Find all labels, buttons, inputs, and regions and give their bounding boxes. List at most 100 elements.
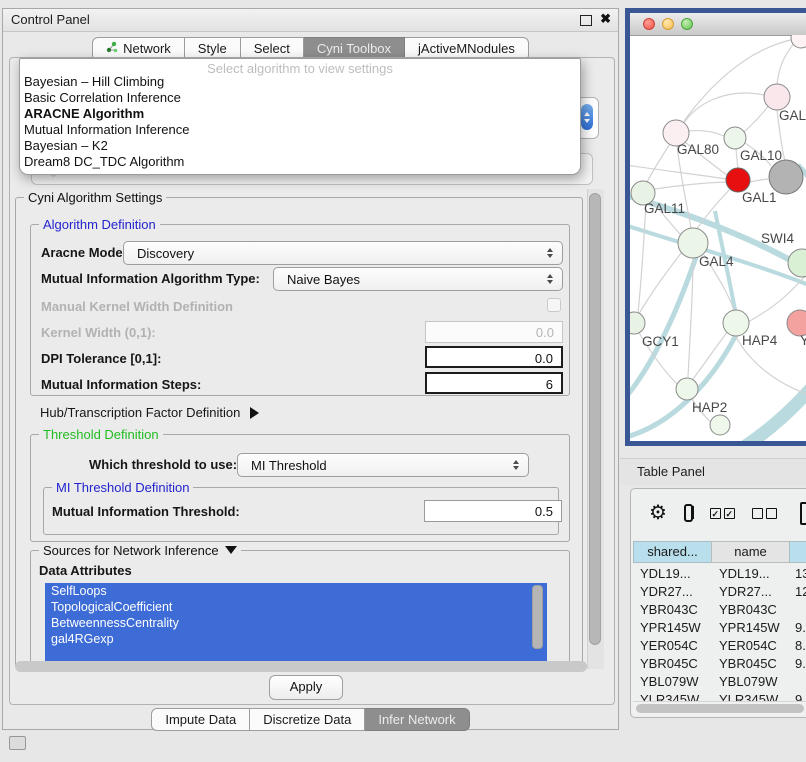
table-row[interactable]: YER054CYER054C8. <box>633 637 806 655</box>
mi-threshold-field[interactable]: 0.5 <box>424 500 562 522</box>
table-row[interactable]: YPR145WYPR145W9. <box>633 619 806 637</box>
algorithm-option[interactable]: Bayesian – Hill Climbing <box>20 74 580 90</box>
mi-threshold-group: MI Threshold Definition Mutual Informati… <box>43 487 559 535</box>
tab-infer-network[interactable]: Infer Network <box>365 708 469 731</box>
cyni-settings-group-title: Cyni Algorithm Settings <box>24 190 166 205</box>
manual-kernel-label: Manual Kernel Width Definition <box>41 299 233 314</box>
network-tab-icon <box>106 41 118 56</box>
node-label: GAL <box>779 108 806 123</box>
combo-stepper-icon <box>547 248 553 258</box>
hub-definition-expander[interactable]: Hub/Transcription Factor Definition <box>40 404 259 422</box>
network-node-gal[interactable] <box>764 84 790 110</box>
table-row[interactable]: YDL19...YDL19...13 <box>633 565 806 583</box>
dpi-tolerance-field[interactable]: 0.0 <box>425 346 563 368</box>
settings-hscrollbar-thumb[interactable] <box>15 661 587 672</box>
column-header-partial[interactable] <box>789 541 806 563</box>
network-node[interactable] <box>710 415 730 435</box>
expander-expanded-icon <box>225 546 237 554</box>
attribute-item[interactable]: gal4RGexp <box>45 631 547 647</box>
combo-stepper-button <box>581 104 593 130</box>
network-node-gal1-selected[interactable] <box>726 168 750 192</box>
network-node-gal10[interactable] <box>724 127 746 149</box>
mi-steps-label: Mutual Information Steps: <box>41 377 201 392</box>
document-icon[interactable] <box>800 502 806 525</box>
select-all-checkboxes-icon[interactable]: ✓✓ <box>710 508 735 519</box>
zoom-traffic-light[interactable] <box>681 18 693 30</box>
list-scrollbar[interactable] <box>532 585 543 649</box>
gear-icon[interactable]: ⚙ <box>649 503 667 523</box>
sources-group: Sources for Network Inference Data Attri… <box>30 550 570 668</box>
settings-scrollbar-thumb[interactable] <box>589 193 601 645</box>
network-node-gcy1[interactable] <box>630 312 645 334</box>
table-panel-title: Table Panel <box>637 464 705 479</box>
columns-icon[interactable] <box>684 504 693 522</box>
window-title: Control Panel <box>11 12 90 27</box>
table-toolbar: ⚙ ✓✓ <box>631 489 806 537</box>
tab-network-label: Network <box>123 41 171 56</box>
threshold-definition-group: Threshold Definition Which threshold to … <box>30 434 570 542</box>
minimize-traffic-light[interactable] <box>662 18 674 30</box>
data-attributes-list[interactable]: SelfLoops TopologicalCoefficient Between… <box>45 583 547 663</box>
algorithm-option-selected[interactable]: ARACNE Algorithm <box>20 106 580 122</box>
which-threshold-combo[interactable]: MI Threshold <box>237 453 529 477</box>
threshold-definition-title: Threshold Definition <box>39 427 163 442</box>
apply-button[interactable]: Apply <box>269 675 343 700</box>
mi-threshold-label: Mutual Information Threshold: <box>52 504 240 519</box>
algorithm-option[interactable]: Mutual Information Inference <box>20 122 580 138</box>
attribute-item[interactable]: TopologicalCoefficient <box>45 599 547 615</box>
network-node-swi4[interactable] <box>788 249 806 277</box>
tab-impute-data[interactable]: Impute Data <box>151 708 250 731</box>
kernel-width-field[interactable]: 0.0 <box>425 321 563 343</box>
network-view-frame: GAL GAL80 GAL10 GAL1 GAL11 GAL4 SWI4 GCY… <box>630 13 806 441</box>
network-node-gray[interactable] <box>769 160 803 194</box>
table-row[interactable]: YLR345WYLR345W9. <box>633 691 806 701</box>
mi-type-combo[interactable]: Naive Bayes <box>273 267 563 291</box>
collapsed-panel-icon[interactable] <box>9 736 26 750</box>
algorithm-option[interactable]: Dream8 DC_TDC Algorithm <box>20 154 580 170</box>
manual-kernel-checkbox[interactable] <box>547 298 561 312</box>
attribute-item[interactable]: BetweennessCentrality <box>45 615 547 631</box>
attribute-item[interactable]: SelfLoops <box>45 583 547 599</box>
close-traffic-light[interactable] <box>643 18 655 30</box>
deselect-all-checkboxes-icon[interactable] <box>752 508 777 519</box>
algorithm-option[interactable]: Basic Correlation Inference <box>20 90 580 106</box>
node-label: HAP2 <box>692 400 727 415</box>
node-label: GAL1 <box>742 190 777 205</box>
combo-stepper-icon <box>547 274 553 284</box>
table-row[interactable]: YBR043CYBR043C <box>633 601 806 619</box>
close-icon[interactable]: ✖ <box>600 11 611 27</box>
table-row[interactable]: YBL079WYBL079W <box>633 673 806 691</box>
tab-discretize-data[interactable]: Discretize Data <box>250 708 365 731</box>
algorithm-option[interactable]: Bayesian – K2 <box>20 138 580 154</box>
node-label: GAL4 <box>699 254 734 269</box>
network-canvas[interactable]: GAL GAL80 GAL10 GAL1 GAL11 GAL4 SWI4 GCY… <box>630 35 806 441</box>
cyni-algorithm-settings-group: Cyni Algorithm Settings Algorithm Defini… <box>15 197 583 669</box>
bottom-tab-strip: Impute Data Discretize Data Infer Networ… <box>3 708 618 731</box>
network-node[interactable] <box>791 35 806 48</box>
network-node-hap2[interactable] <box>676 378 698 400</box>
settings-scroll-area: Cyni Algorithm Settings Algorithm Defini… <box>11 189 603 669</box>
mi-threshold-group-title: MI Threshold Definition <box>52 480 193 495</box>
mi-type-label: Mutual Information Algorithm Type: <box>41 271 260 286</box>
mi-steps-field[interactable]: 6 <box>425 372 563 394</box>
node-label: GAL80 <box>677 142 719 157</box>
table-row[interactable]: YBR045CYBR045C9. <box>633 655 806 673</box>
column-header-name[interactable]: name <box>711 541 789 563</box>
aracne-mode-combo[interactable]: Discovery <box>123 241 563 265</box>
kernel-width-label: Kernel Width (0,1): <box>41 325 156 340</box>
hub-definition-label: Hub/Transcription Factor Definition <box>40 405 240 420</box>
aracne-mode-value: Discovery <box>137 246 194 261</box>
data-attributes-label: Data Attributes <box>39 563 132 578</box>
dpi-tolerance-label: DPI Tolerance [0,1]: <box>41 351 161 366</box>
table-hscrollbar-thumb[interactable] <box>636 704 804 713</box>
column-header-shared-name[interactable]: shared... <box>633 541 711 563</box>
combo-stepper-icon <box>513 460 519 470</box>
node-label: GAL10 <box>740 148 782 163</box>
float-window-icon[interactable] <box>580 15 592 26</box>
table-row[interactable]: YDR27...YDR27...12 <box>633 583 806 601</box>
node-label: SWI4 <box>761 231 794 246</box>
which-threshold-label: Which threshold to use: <box>89 457 237 472</box>
control-panel-titlebar: Control Panel ✖ <box>3 9 618 32</box>
aracne-mode-label: Aracne Mode: <box>41 245 127 260</box>
table-hscrollbar-track[interactable] <box>633 701 806 715</box>
